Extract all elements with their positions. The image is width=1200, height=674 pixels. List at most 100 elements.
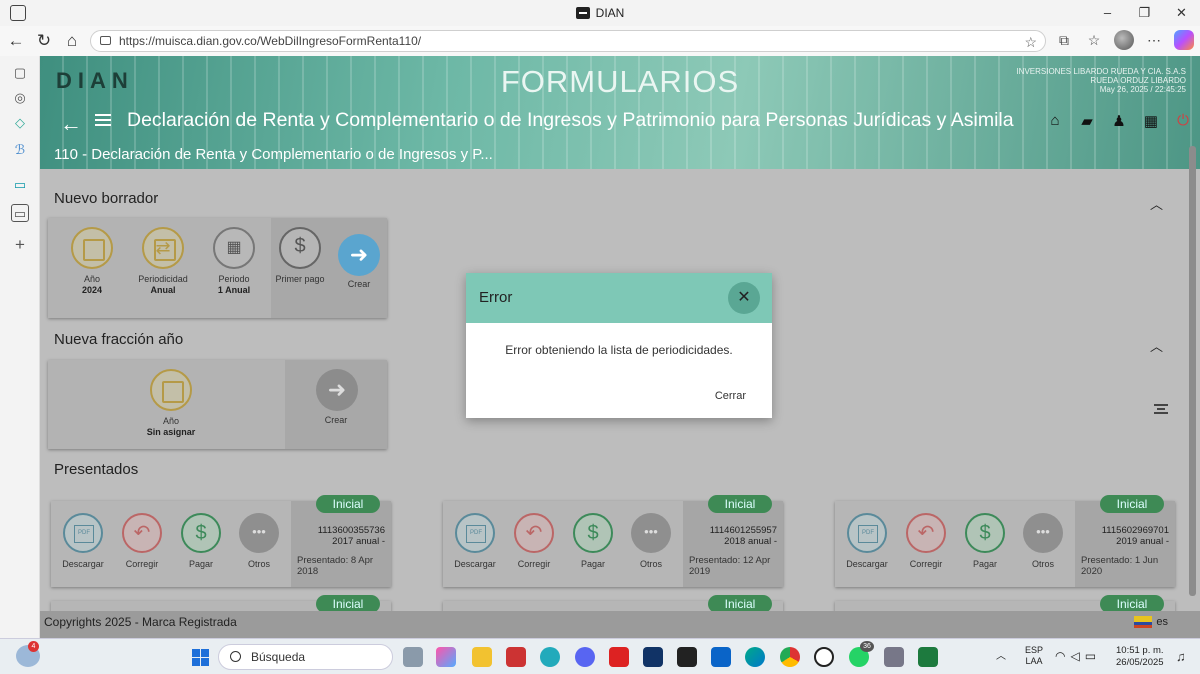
copilot-icon[interactable] [1174, 30, 1194, 50]
wifi-icon[interactable]: ◠ [1055, 649, 1065, 663]
download-pdf-icon[interactable] [455, 513, 495, 553]
calculator-icon[interactable] [884, 647, 904, 667]
download-label[interactable]: Descargar [54, 559, 112, 569]
home-nav-icon[interactable]: ⌂ [1046, 112, 1064, 130]
refresh-icon[interactable]: ↻ [30, 31, 58, 51]
taskbar-search[interactable]: Búsqueda [218, 644, 393, 670]
dian-sidebar-icon[interactable]: ▭ [11, 176, 29, 194]
more-options-icon[interactable]: ••• [239, 513, 279, 553]
dian-header: DIAN FORMULARIOS INVERSIONES LIBARDO RUE… [40, 56, 1200, 169]
close-icon[interactable]: ✕ [728, 282, 760, 314]
start-windows-icon[interactable] [192, 649, 209, 666]
download-label[interactable]: Descargar [446, 559, 504, 569]
globe-icon[interactable]: ◎ [11, 89, 29, 107]
more-menu-icon[interactable]: ⋯ [1144, 30, 1164, 50]
notification-bell-icon[interactable]: ♟ [1110, 112, 1128, 130]
profile-avatar[interactable] [1114, 30, 1134, 50]
add-icon[interactable]: + [11, 236, 29, 254]
more-options-icon[interactable]: ••• [1023, 513, 1063, 553]
fraction-create-button[interactable]: Crear [296, 415, 376, 426]
fraction-year-icon[interactable] [150, 369, 192, 411]
pay-label[interactable]: Pagar [564, 559, 622, 569]
tab-actions-icon[interactable]: ▢ [11, 64, 29, 82]
filter-icon[interactable] [1154, 404, 1168, 414]
app-blue-icon[interactable] [643, 647, 663, 667]
nuevo-borrador-card: Año 2024 ⇄ Periodicidad Anual ▦ Periodo 1 A… [48, 218, 387, 318]
presented-date: Presentado: 8 Apr 2018 [297, 555, 374, 577]
others-label[interactable]: Otros [230, 559, 288, 569]
correct-undo-icon[interactable]: ↶ [122, 513, 162, 553]
pay-dollar-icon[interactable]: $ [573, 513, 613, 553]
correct-label[interactable]: Corregir [505, 559, 563, 569]
chevron-up-icon[interactable]: ︿ [996, 647, 1006, 662]
back-arrow-icon[interactable]: ← [60, 111, 82, 137]
power-icon[interactable]: ⏻ [1174, 112, 1192, 130]
collapse-chevron-icon[interactable]: ︿ [1150, 194, 1163, 213]
input-language[interactable]: ESP LAA [1025, 645, 1043, 667]
correct-undo-icon[interactable]: ↶ [514, 513, 554, 553]
download-pdf-icon[interactable] [63, 513, 103, 553]
collapse-chevron-icon-2[interactable]: ︿ [1150, 336, 1163, 355]
sidebar-app2-icon[interactable]: ℬ [11, 141, 29, 159]
chatgpt-icon[interactable] [814, 647, 834, 667]
chrome-icon[interactable] [780, 647, 800, 667]
notifications-icon[interactable]: ♫ [1176, 649, 1186, 664]
create-button[interactable]: Crear [319, 279, 399, 290]
task-view-icon[interactable] [403, 647, 423, 667]
outlook-icon[interactable] [711, 647, 731, 667]
scrollbar-thumb[interactable] [1189, 146, 1196, 596]
download-pdf-icon[interactable] [847, 513, 887, 553]
periodicity-icon[interactable]: ⇄ [142, 227, 184, 269]
canva-icon[interactable] [540, 647, 560, 667]
calendar-year-icon[interactable] [71, 227, 113, 269]
home-icon[interactable]: ⌂ [58, 31, 86, 51]
period-calendar-icon[interactable]: ▦ [213, 227, 255, 269]
correct-label[interactable]: Corregir [897, 559, 955, 569]
acrobat-icon[interactable] [609, 647, 629, 667]
others-label[interactable]: Otros [1014, 559, 1072, 569]
create-arrow-icon[interactable]: ➜ [338, 234, 380, 276]
window-title: DIAN [575, 6, 624, 20]
copilot-app-icon[interactable] [436, 647, 456, 667]
page-scrollbar[interactable] [1187, 138, 1198, 608]
pay-dollar-icon[interactable]: $ [965, 513, 1005, 553]
download-label[interactable]: Descargar [838, 559, 896, 569]
workspaces-icon[interactable] [10, 5, 26, 21]
minimize-button[interactable]: – [1089, 0, 1126, 26]
pay-label[interactable]: Pagar [956, 559, 1014, 569]
folder-icon[interactable]: ▰ [1078, 112, 1096, 130]
taskbar-clock[interactable]: 10:51 p. m. 26/05/2025 [1116, 645, 1164, 669]
excel-icon[interactable] [918, 647, 938, 667]
correct-label[interactable]: Corregir [113, 559, 171, 569]
calendar-icon[interactable]: ▦ [1142, 112, 1160, 130]
discord-icon[interactable] [575, 647, 595, 667]
dian-active-icon[interactable]: ▭ [11, 204, 29, 222]
close-window-button[interactable]: ✕ [1163, 0, 1200, 26]
file-explorer-icon[interactable] [472, 647, 492, 667]
volume-icon[interactable]: ◁ [1070, 649, 1079, 663]
extensions-icon[interactable]: ⧉ [1054, 30, 1074, 50]
sidebar-app-icon[interactable]: ◇ [11, 114, 29, 132]
favorite-star-icon[interactable]: ☆ [1024, 32, 1037, 52]
edge-icon[interactable] [745, 647, 765, 667]
app-red-icon[interactable] [506, 647, 526, 667]
language-selector[interactable]: es [1134, 616, 1168, 628]
fraction-create-arrow-icon[interactable]: ➜ [316, 369, 358, 411]
lock-icon[interactable] [100, 36, 111, 45]
app-dark-icon[interactable] [677, 647, 697, 667]
battery-icon[interactable]: ▭ [1085, 649, 1096, 663]
favorites-icon[interactable]: ☆ [1084, 30, 1104, 50]
correct-undo-icon[interactable]: ↶ [906, 513, 946, 553]
first-payment-icon[interactable] [279, 227, 321, 269]
close-dialog-button[interactable]: Cerrar [715, 390, 746, 402]
back-icon[interactable]: ← [2, 31, 30, 51]
hamburger-menu-icon[interactable] [95, 114, 111, 126]
pay-label[interactable]: Pagar [172, 559, 230, 569]
more-options-icon[interactable]: ••• [631, 513, 671, 553]
address-bar[interactable]: https://muisca.dian.gov.co/WebDilIngreso… [90, 30, 1046, 52]
restore-button[interactable]: ❐ [1126, 0, 1163, 26]
presented-card-2: Inicial ↶ $ ••• Descargar Corregir Pagar… [443, 495, 783, 587]
others-label[interactable]: Otros [622, 559, 680, 569]
pay-dollar-icon[interactable]: $ [181, 513, 221, 553]
browser-extensions: ⧉ ☆ ⋯ [1054, 30, 1194, 50]
